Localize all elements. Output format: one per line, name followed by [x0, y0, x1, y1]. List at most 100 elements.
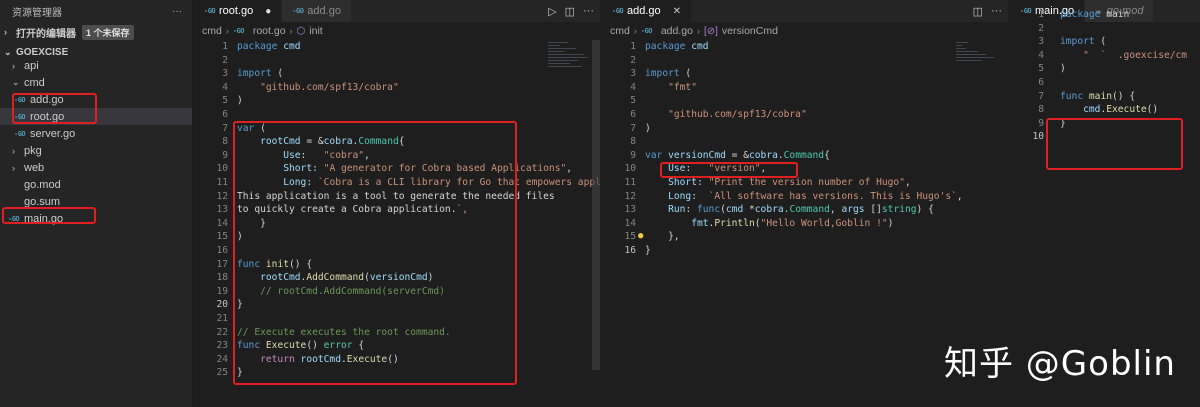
breadcrumb-file[interactable]: root.go — [253, 25, 286, 37]
breadcrumb-symbol[interactable]: init — [309, 25, 322, 37]
run-icon[interactable]: ▷ — [548, 5, 556, 18]
code-line[interactable]: 17 func init() { — [194, 258, 600, 272]
tree-item-label: cmd — [24, 76, 45, 89]
code-text: func Execute() error { — [237, 340, 365, 352]
code-line[interactable]: 9 var versionCmd = &cobra.Command{ — [602, 149, 1008, 163]
tree-file-go-sum[interactable]: go.sum — [0, 193, 192, 210]
code-line[interactable]: 1 package cmd — [602, 40, 1008, 54]
code-line[interactable]: 3 import ( — [1010, 35, 1200, 49]
tab-root-go[interactable]: -GO root.go ● — [194, 0, 283, 22]
code-line[interactable]: 7) — [602, 122, 1008, 136]
tree-item-label: main.go — [24, 212, 64, 225]
tree-folder-pkg[interactable]: › pkg — [0, 142, 192, 159]
tree-file-add-go[interactable]: -GO add.go — [0, 91, 192, 108]
code-line[interactable]: 11 Short: "Print the version number of H… — [602, 176, 1008, 190]
split-editor-icon[interactable]: ◫ — [973, 5, 983, 18]
code-line[interactable]: 4 "fmt" — [602, 81, 1008, 95]
scrollbar[interactable] — [592, 40, 600, 370]
code-line[interactable]: 11 Long: `Cobra is a CLI library for Go … — [194, 176, 600, 190]
code-line[interactable]: 9 Use: "cobra", — [194, 149, 600, 163]
line-number: 9 — [630, 149, 636, 161]
code-line[interactable]: 19 // rootCmd.AddCommand(serverCmd) — [194, 285, 600, 299]
tree-file-go-mod[interactable]: go.mod — [0, 176, 192, 193]
code-text: } — [645, 245, 651, 256]
code-line[interactable]: 8 cmd.Execute() — [1010, 103, 1200, 117]
breadcrumb-symbol[interactable]: versionCmd — [722, 25, 778, 37]
close-icon[interactable]: ✕ — [673, 6, 681, 17]
code-line[interactable]: 6 — [1010, 76, 1200, 90]
code-text: Use: "cobra", — [283, 149, 370, 161]
go-file-icon: -GO — [612, 7, 624, 15]
tree-file-main-go[interactable]: -GO main.go — [0, 210, 192, 227]
code-area[interactable]: 1 package cmd 2 3 import (4 "github.com/spf1… — [194, 40, 600, 407]
ellipsis-icon[interactable]: ··· — [172, 6, 182, 17]
ellipsis-icon[interactable]: ··· — [583, 5, 594, 17]
code-line[interactable]: 14 fmt.Println("Hello World,Goblin !") — [602, 217, 1008, 231]
code-line[interactable]: 25} — [194, 366, 600, 380]
editor-actions: ◫ ··· — [973, 0, 1002, 22]
code-line[interactable]: 18 rootCmd.AddCommand(versionCmd) — [194, 271, 600, 285]
code-line[interactable]: 5) — [194, 94, 600, 108]
go-file-icon: -GO — [204, 7, 216, 15]
code-text: import ( — [1060, 36, 1107, 48]
code-line[interactable]: 3 import ( — [194, 67, 600, 81]
code-line[interactable]: 10 Use: "version", — [602, 162, 1008, 176]
line-number: 11 — [216, 177, 228, 188]
open-editors-section[interactable]: › 打开的编辑器 1 个未保存 — [0, 22, 192, 42]
code-line[interactable]: 23 func Execute() error { — [194, 339, 600, 353]
tree-folder-cmd[interactable]: ⌄ cmd — [0, 74, 192, 91]
code-line[interactable]: 7 func main() { — [1010, 90, 1200, 104]
code-line[interactable]: 12 Long: `All software has versions. Thi… — [602, 190, 1008, 204]
code-line[interactable]: 12 This application is a tool to generate… — [194, 190, 600, 204]
code-line[interactable]: 13 Run: func(cmd *cobra.Command, args []… — [602, 203, 1008, 217]
code-line[interactable]: 6 — [194, 108, 600, 122]
code-line[interactable]: 14 } — [194, 217, 600, 231]
code-line[interactable]: 20} — [194, 298, 600, 312]
tree-folder-web[interactable]: › web — [0, 159, 192, 176]
minimap[interactable] — [548, 40, 592, 90]
tree-file-root-go[interactable]: -GO root.go — [0, 108, 192, 125]
code-line[interactable]: 7 var ( — [194, 122, 600, 136]
code-line[interactable]: 22 // Execute executes the root command. — [194, 326, 600, 340]
ellipsis-icon[interactable]: ··· — [991, 5, 1002, 17]
tab-add-go[interactable]: -GO add.go — [282, 0, 352, 22]
code-line[interactable]: 2 — [194, 54, 600, 68]
code-line[interactable]: 10 Short: "A generator for Cobra based A… — [194, 162, 600, 176]
minimap[interactable] — [956, 40, 1000, 90]
breadcrumb-file[interactable]: add.go — [661, 25, 693, 37]
code-line[interactable]: 3 import ( — [602, 67, 1008, 81]
code-line[interactable]: 15) — [194, 230, 600, 244]
breadcrumb-folder[interactable]: cmd — [202, 25, 222, 37]
code-line[interactable]: 2 — [1010, 22, 1200, 36]
code-line[interactable]: 6 "github.com/spf13/cobra" — [602, 108, 1008, 122]
code-line[interactable]: 15 }, ● — [602, 230, 1008, 244]
code-line[interactable]: 4 " ` .goexcise/cm — [1010, 49, 1200, 63]
split-editor-icon[interactable]: ◫ — [565, 5, 575, 18]
line-number: 15 — [216, 231, 228, 243]
code-line[interactable]: 16} — [602, 244, 1008, 258]
code-line[interactable]: 1 package cmd — [194, 40, 600, 54]
tab-add-go[interactable]: -GO add.go ✕ — [602, 0, 693, 22]
tree-file-server-go[interactable]: -GO server.go — [0, 125, 192, 142]
code-line[interactable]: 10 — [1010, 130, 1200, 144]
code-line[interactable]: 13 to quickly create a Cobra application.… — [194, 203, 600, 217]
code-line[interactable]: 8 rootCmd = &cobra.Command{ — [194, 135, 600, 149]
code-line[interactable]: 1 package main — [1010, 8, 1200, 22]
code-line[interactable]: 9} — [1010, 117, 1200, 131]
line-number: 7 — [222, 122, 228, 134]
code-line[interactable]: 16 — [194, 244, 600, 258]
line-number: 10 — [624, 163, 636, 175]
code-line[interactable]: 8 — [602, 135, 1008, 149]
code-line[interactable]: 5) — [1010, 62, 1200, 76]
code-text: fmt.Println("Hello World,Goblin !") — [691, 217, 894, 229]
code-line[interactable]: 5 — [602, 94, 1008, 108]
breadcrumb-folder[interactable]: cmd — [610, 25, 630, 37]
explorer-header: 资源管理器 ··· — [0, 0, 192, 22]
go-file-icon: -GO — [640, 27, 653, 35]
code-line[interactable]: 4 "github.com/spf13/cobra" — [194, 81, 600, 95]
code-line[interactable]: 2 — [602, 54, 1008, 68]
code-line[interactable]: 24 return rootCmd.Execute() — [194, 353, 600, 367]
lightbulb-icon[interactable]: ● — [638, 230, 643, 244]
code-line[interactable]: 21 — [194, 312, 600, 326]
tree-folder-api[interactable]: › api — [0, 57, 192, 74]
